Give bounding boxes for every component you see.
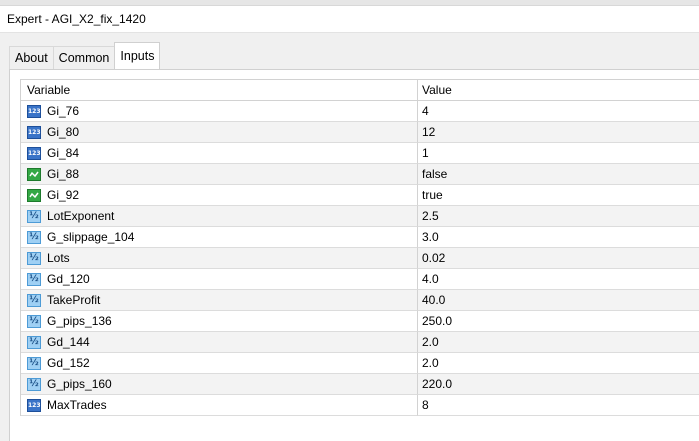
table-row[interactable]: G_pips_136 250.0 — [21, 311, 699, 332]
value-cell[interactable]: 220.0 — [418, 374, 699, 395]
column-header-value[interactable]: Value — [418, 80, 699, 101]
boolean-icon — [27, 167, 41, 181]
value-cell[interactable]: false — [418, 164, 699, 185]
value-cell[interactable]: 2.0 — [418, 332, 699, 353]
table-row[interactable]: Gd_152 2.0 — [21, 353, 699, 374]
integer-icon — [27, 398, 41, 412]
value-cell[interactable]: 1 — [418, 143, 699, 164]
variable-name: G_slippage_104 — [47, 230, 135, 244]
value-cell[interactable]: 2.5 — [418, 206, 699, 227]
tab-bar: About Common Inputs — [9, 42, 161, 69]
variable-cell[interactable]: Gi_88 — [21, 164, 418, 185]
table-row[interactable]: Lots 0.02 — [21, 248, 699, 269]
value-cell[interactable]: 250.0 — [418, 311, 699, 332]
double-icon — [27, 377, 41, 391]
variable-cell[interactable]: Gd_152 — [21, 353, 418, 374]
value-cell[interactable]: 2.0 — [418, 353, 699, 374]
variable-name: G_pips_136 — [47, 314, 112, 328]
table-row[interactable]: LotExponent 2.5 — [21, 206, 699, 227]
variable-cell[interactable]: Gd_144 — [21, 332, 418, 353]
tab-inputs[interactable]: Inputs — [114, 42, 161, 69]
value-cell[interactable]: 4 — [418, 101, 699, 122]
variable-name: MaxTrades — [47, 398, 107, 412]
double-icon — [27, 251, 41, 265]
integer-icon — [27, 104, 41, 118]
variable-name: Lots — [47, 251, 70, 265]
table-row[interactable]: TakeProfit 40.0 — [21, 290, 699, 311]
boolean-icon — [27, 188, 41, 202]
tab-about[interactable]: About — [9, 46, 54, 69]
variable-cell[interactable]: G_pips_136 — [21, 311, 418, 332]
table-row[interactable]: Gi_92 true — [21, 185, 699, 206]
variable-cell[interactable]: Gi_84 — [21, 143, 418, 164]
table-row[interactable]: Gi_76 4 — [21, 101, 699, 122]
table-row[interactable]: G_slippage_104 3.0 — [21, 227, 699, 248]
variable-name: TakeProfit — [47, 293, 101, 307]
variable-name: Gd_144 — [47, 335, 90, 349]
inputs-table: Variable Value Gi_76 4 Gi_80 12 Gi_84 1 Gi_88 f… — [20, 79, 699, 416]
integer-icon — [27, 146, 41, 160]
variable-cell[interactable]: Gi_80 — [21, 122, 418, 143]
variable-cell[interactable]: TakeProfit — [21, 290, 418, 311]
double-icon — [27, 314, 41, 328]
table-row[interactable]: Gi_84 1 — [21, 143, 699, 164]
value-cell[interactable]: 4.0 — [418, 269, 699, 290]
tab-common[interactable]: Common — [52, 46, 116, 69]
variable-cell[interactable]: G_slippage_104 — [21, 227, 418, 248]
variable-cell[interactable]: LotExponent — [21, 206, 418, 227]
dialog-title: Expert - AGI_X2_fix_1420 — [7, 12, 146, 26]
value-cell[interactable]: 40.0 — [418, 290, 699, 311]
inputs-panel: Variable Value Gi_76 4 Gi_80 12 Gi_84 1 Gi_88 f… — [9, 69, 699, 441]
variable-cell[interactable]: G_pips_160 — [21, 374, 418, 395]
double-icon — [27, 209, 41, 223]
variable-name: G_pips_160 — [47, 377, 112, 391]
value-cell[interactable]: 12 — [418, 122, 699, 143]
value-cell[interactable]: true — [418, 185, 699, 206]
variable-cell[interactable]: Gi_76 — [21, 101, 418, 122]
double-icon — [27, 356, 41, 370]
variable-name: Gi_80 — [47, 125, 80, 139]
double-icon — [27, 293, 41, 307]
double-icon — [27, 230, 41, 244]
integer-icon — [27, 125, 41, 139]
variable-cell[interactable]: Gi_92 — [21, 185, 418, 206]
value-cell[interactable]: 3.0 — [418, 227, 699, 248]
column-header-variable[interactable]: Variable — [21, 80, 418, 101]
variable-name: Gd_152 — [47, 356, 90, 370]
table-row[interactable]: G_pips_160 220.0 — [21, 374, 699, 395]
variable-cell[interactable]: Gd_120 — [21, 269, 418, 290]
variable-name: Gi_76 — [47, 104, 80, 118]
double-icon — [27, 272, 41, 286]
table-row[interactable]: Gd_144 2.0 — [21, 332, 699, 353]
variable-name: Gi_84 — [47, 146, 80, 160]
variable-name: LotExponent — [47, 209, 115, 223]
table-row[interactable]: Gd_120 4.0 — [21, 269, 699, 290]
table-header: Variable Value — [21, 80, 699, 101]
variable-cell[interactable]: MaxTrades — [21, 395, 418, 416]
dialog-title-bar[interactable]: Expert - AGI_X2_fix_1420 — [0, 6, 699, 33]
value-cell[interactable]: 8 — [418, 395, 699, 416]
table-row[interactable]: Gi_88 false — [21, 164, 699, 185]
variable-cell[interactable]: Lots — [21, 248, 418, 269]
value-cell[interactable]: 0.02 — [418, 248, 699, 269]
double-icon — [27, 335, 41, 349]
table-row[interactable]: MaxTrades 8 — [21, 395, 699, 416]
table-body: Gi_764Gi_8012Gi_841Gi_88falseGi_92trueLo… — [21, 101, 699, 416]
variable-name: Gi_88 — [47, 167, 80, 181]
table-row[interactable]: Gi_80 12 — [21, 122, 699, 143]
variable-name: Gi_92 — [47, 188, 80, 202]
variable-name: Gd_120 — [47, 272, 90, 286]
